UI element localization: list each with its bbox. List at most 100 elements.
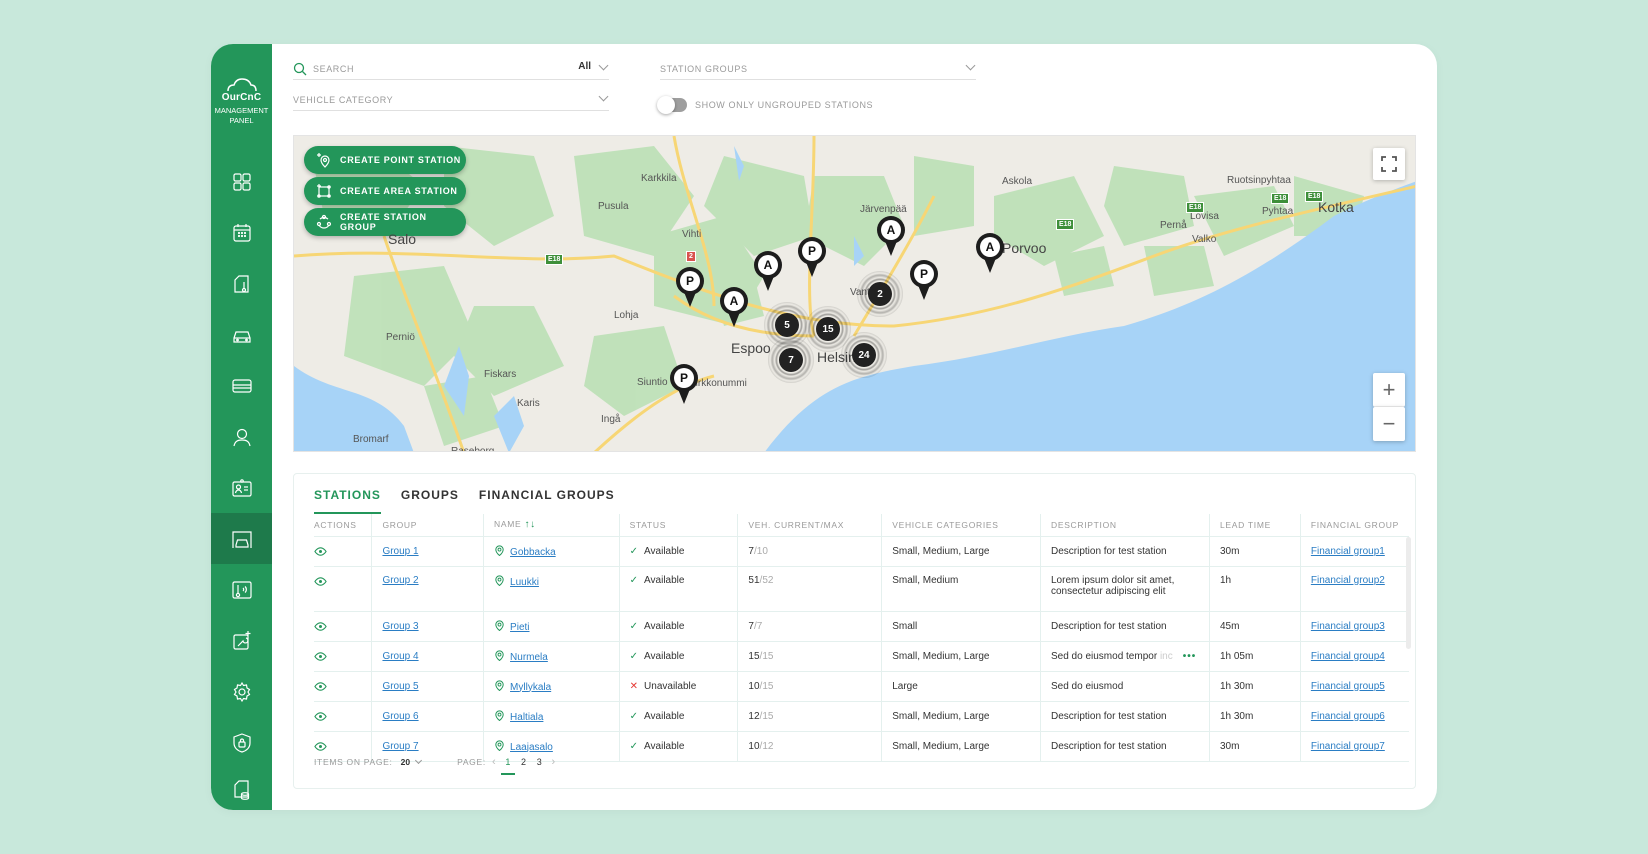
lead-time-text: 30m <box>1219 740 1240 752</box>
zoom-out-button[interactable]: − <box>1373 407 1405 441</box>
table-scrollbar[interactable] <box>1406 537 1411 649</box>
financial-group-link[interactable]: Financial group1 <box>1311 546 1385 557</box>
nav-calendar[interactable] <box>211 207 272 258</box>
next-page-button[interactable]: › <box>551 756 555 768</box>
vehicle-category-select[interactable]: VEHICLE CATEGORY <box>293 89 609 111</box>
tab-groups[interactable]: GROUPS <box>401 488 459 514</box>
map-place-label: Karis <box>517 398 540 409</box>
nav-documents[interactable] <box>211 258 272 309</box>
more-icon[interactable]: ••• <box>1183 651 1197 662</box>
ungrouped-toggle[interactable] <box>657 96 687 114</box>
group-link[interactable]: Group 5 <box>382 681 418 692</box>
cluster-count: 15 <box>816 317 840 341</box>
station-pin[interactable]: P <box>670 364 698 406</box>
eye-icon[interactable] <box>314 680 327 693</box>
nav-data-export[interactable] <box>211 764 272 810</box>
check-icon: ✓ <box>629 740 639 752</box>
station-pin[interactable]: A <box>754 251 782 293</box>
station-name-link[interactable]: Myllykala <box>510 682 551 693</box>
map-place-label: Pyhtaa <box>1262 206 1294 217</box>
station-name-link[interactable]: Pieti <box>510 622 529 633</box>
group-link[interactable]: Group 1 <box>382 546 418 557</box>
station-groups-select[interactable]: STATION GROUPS <box>660 58 976 80</box>
location-pin-icon <box>495 679 504 691</box>
eye-icon[interactable] <box>314 545 327 558</box>
col-status[interactable]: STATUS <box>618 514 738 537</box>
financial-group-link[interactable]: Financial group2 <box>1311 575 1385 586</box>
group-link[interactable]: Group 2 <box>382 575 418 586</box>
fullscreen-button[interactable] <box>1373 148 1405 180</box>
financial-group-link[interactable]: Financial group3 <box>1311 621 1385 632</box>
station-pin[interactable]: P <box>676 267 704 309</box>
nav-settings[interactable] <box>211 666 272 717</box>
eye-icon[interactable] <box>314 575 327 588</box>
eye-icon[interactable] <box>314 620 327 633</box>
group-link[interactable]: Group 7 <box>382 741 418 752</box>
nav-stations[interactable] <box>211 513 272 564</box>
map-place-label: Karkkila <box>641 173 677 184</box>
col-group[interactable]: GROUP <box>371 514 484 537</box>
financial-group-link[interactable]: Financial group6 <box>1311 711 1385 722</box>
station-pin[interactable]: A <box>877 216 905 258</box>
search-scope-select[interactable]: All <box>578 61 591 72</box>
col-vehicle-categories[interactable]: VEHICLE CATEGORIES <box>881 514 1041 537</box>
station-cluster[interactable]: 2 <box>857 271 903 317</box>
page-1-button[interactable]: 1 <box>501 757 515 775</box>
location-pin-icon <box>495 544 504 556</box>
nav-dashboard[interactable] <box>211 156 272 207</box>
station-cluster[interactable]: 7 <box>768 337 814 383</box>
prev-page-button[interactable]: ‹ <box>492 756 496 768</box>
items-per-page-select[interactable]: 20 <box>401 757 410 767</box>
col-lead-time[interactable]: LEAD TIME <box>1208 514 1301 537</box>
page-3-button[interactable]: 3 <box>537 757 543 767</box>
station-pin[interactable]: P <box>910 260 938 302</box>
col-name[interactable]: NAME ↑↓ <box>483 514 620 537</box>
search-field[interactable]: SEARCH All <box>293 58 609 80</box>
map[interactable]: CREATE POINT STATION CREATE AREA STATION… <box>293 135 1416 452</box>
eye-icon[interactable] <box>314 650 327 663</box>
nav-vehicles[interactable] <box>211 309 272 360</box>
station-name-link[interactable]: Nurmela <box>510 652 548 663</box>
col-financial-group[interactable]: FINANCIAL GROUP <box>1299 514 1409 537</box>
nav-service[interactable] <box>211 615 272 666</box>
status-text: Available <box>644 574 685 586</box>
nav-cards[interactable] <box>211 360 272 411</box>
nav-users[interactable] <box>211 411 272 462</box>
nav-security[interactable] <box>211 717 272 768</box>
group-link[interactable]: Group 4 <box>382 651 418 662</box>
station-name-link[interactable]: Luukki <box>510 577 539 588</box>
station-pin[interactable]: P <box>798 237 826 279</box>
station-pin[interactable]: A <box>720 287 748 329</box>
map-place-label: Fiskars <box>484 369 517 380</box>
pin-label: A <box>881 220 901 240</box>
col-vehicles[interactable]: VEH. CURRENT/MAX <box>737 514 882 537</box>
sort-icon[interactable]: ↑↓ <box>524 519 535 530</box>
group-link[interactable]: Group 6 <box>382 711 418 722</box>
create-station-group-button[interactable]: CREATE STATION GROUP <box>304 208 466 236</box>
financial-group-link[interactable]: Financial group5 <box>1311 681 1385 692</box>
description-text: Description for test station <box>1050 710 1167 722</box>
station-cluster[interactable]: 24 <box>841 332 887 378</box>
eye-icon[interactable] <box>314 740 327 753</box>
financial-group-link[interactable]: Financial group4 <box>1311 651 1385 662</box>
vehicles-max: 15 <box>762 680 774 692</box>
nav-telematics[interactable] <box>211 564 272 615</box>
map-place-label: Bromarf <box>353 434 389 445</box>
create-point-station-button[interactable]: CREATE POINT STATION <box>304 146 466 174</box>
financial-group-link[interactable]: Financial group7 <box>1311 741 1385 752</box>
station-name-link[interactable]: Gobbacka <box>510 547 556 558</box>
eye-icon[interactable] <box>314 710 327 723</box>
group-link[interactable]: Group 3 <box>382 621 418 632</box>
station-name-link[interactable]: Haltiala <box>510 712 543 723</box>
nav-customers[interactable] <box>211 462 272 513</box>
create-area-station-button[interactable]: CREATE AREA STATION <box>304 177 466 205</box>
page-2-button[interactable]: 2 <box>521 757 527 767</box>
search-input[interactable]: SEARCH <box>313 64 354 74</box>
col-description[interactable]: DESCRIPTION <box>1039 514 1210 537</box>
station-pin[interactable]: A <box>976 233 1004 275</box>
tab-financial-groups[interactable]: FINANCIAL GROUPS <box>479 488 615 514</box>
check-icon: ✓ <box>629 545 639 557</box>
tab-stations[interactable]: STATIONS <box>314 488 381 514</box>
zoom-in-button[interactable]: + <box>1373 373 1405 407</box>
station-name-link[interactable]: Laajasalo <box>510 742 553 753</box>
